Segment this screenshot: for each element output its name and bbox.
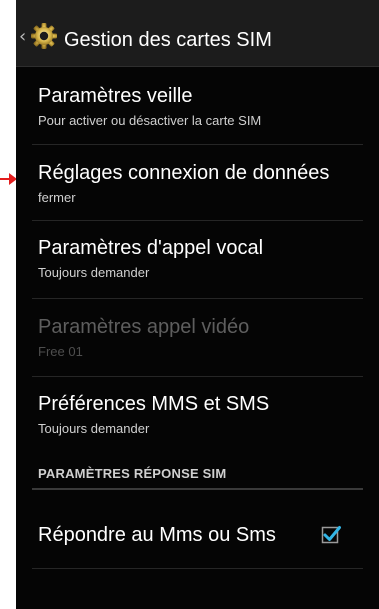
list-item-title: Paramètres appel vidéo bbox=[38, 316, 250, 338]
list-item-subtitle: fermer bbox=[38, 190, 76, 205]
list-item-title: Répondre au Mms ou Sms bbox=[38, 524, 276, 546]
list-item-title: Paramètres veille bbox=[38, 85, 193, 107]
section-header: PARAMÈTRES RÉPONSE SIM bbox=[38, 466, 227, 481]
gear-icon[interactable] bbox=[30, 22, 58, 50]
list-item-mms-sms[interactable]: Préférences MMS et SMS Toujours demander bbox=[16, 388, 379, 450]
list-item-subtitle: Free 01 bbox=[38, 344, 83, 359]
reply-mms-sms-checkbox[interactable] bbox=[321, 524, 341, 544]
divider bbox=[32, 376, 363, 377]
page-title: Gestion des cartes SIM bbox=[64, 29, 272, 51]
divider bbox=[32, 568, 363, 569]
chevron-left-icon[interactable]: ‹ bbox=[19, 28, 26, 46]
list-item-title: Paramètres d'appel vocal bbox=[38, 237, 264, 259]
divider bbox=[32, 298, 363, 299]
list-item-subtitle: Pour activer ou désactiver la carte SIM bbox=[38, 113, 262, 128]
list-item-video-call: Paramètres appel vidéo Free 01 bbox=[16, 310, 379, 372]
list-item-standby-settings[interactable]: Paramètres veille Pour activer ou désact… bbox=[16, 80, 379, 142]
list-item-data-connection[interactable]: Réglages connexion de données fermer bbox=[16, 156, 379, 218]
list-item-title: Réglages connexion de données bbox=[38, 162, 330, 184]
list-item-subtitle: Toujours demander bbox=[38, 421, 150, 436]
section-divider bbox=[32, 488, 363, 490]
list-item-voice-call[interactable]: Paramètres d'appel vocal Toujours demand… bbox=[16, 232, 379, 294]
list-item-subtitle: Toujours demander bbox=[38, 265, 150, 280]
divider bbox=[32, 144, 363, 145]
divider bbox=[32, 220, 363, 221]
list-item-title: Préférences MMS et SMS bbox=[38, 393, 270, 415]
sim-management-screen: ‹ Gestion des cartes SIM Paramètres veil… bbox=[16, 0, 379, 609]
action-bar: ‹ Gestion des cartes SIM bbox=[16, 0, 379, 67]
